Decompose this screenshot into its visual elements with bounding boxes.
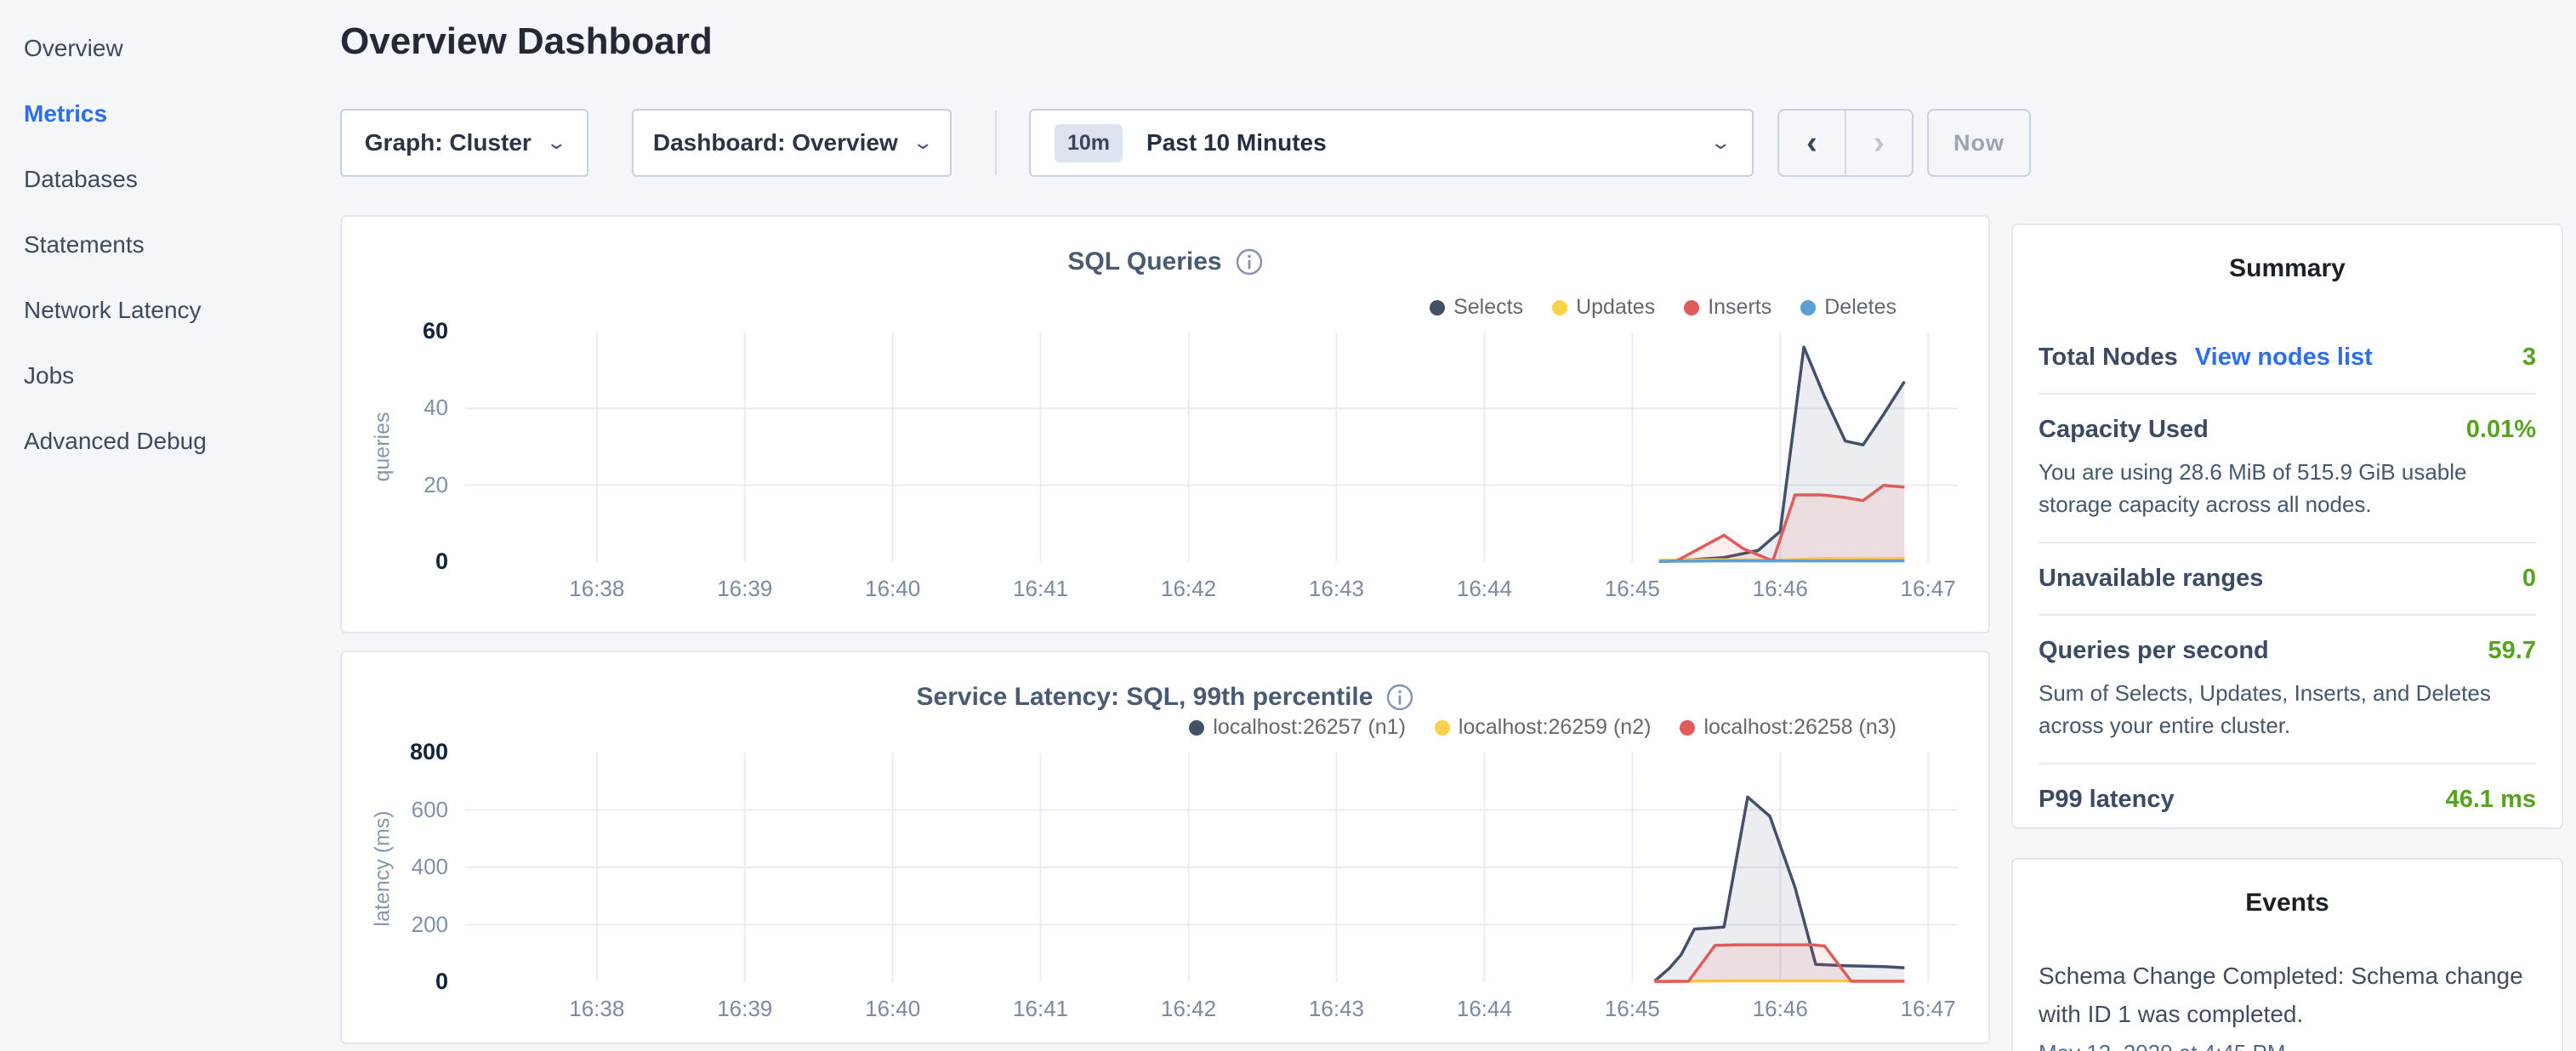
sidebar-item-network-latency[interactable]: Network Latency xyxy=(24,277,340,343)
x-axis-tick: 16:44 xyxy=(1433,996,1535,1022)
x-axis-tick: 16:47 xyxy=(1877,996,1979,1022)
legend-entry-selects[interactable]: Selects xyxy=(1430,295,1523,320)
sql-queries-chart-card: SQL Queries Selects Updates Inserts Dele… xyxy=(340,215,1990,633)
legend-entry-updates[interactable]: Updates xyxy=(1552,295,1655,320)
node2-dot-icon xyxy=(1435,720,1450,736)
service-latency-chart-card: Service Latency: SQL, 99th percentile lo… xyxy=(340,650,1990,1044)
time-next-button-disabled[interactable]: › xyxy=(1846,111,1912,175)
sidebar-item-metrics[interactable]: Metrics xyxy=(24,81,340,146)
x-axis-tick: 16:41 xyxy=(990,576,1092,602)
y-axis-tick: 0 xyxy=(375,969,448,995)
unavailable-ranges-value: 0 xyxy=(2522,565,2536,593)
dashboard-dropdown[interactable]: Dashboard: Overview ⌄ xyxy=(632,109,952,177)
qps-description: Sum of Selects, Updates, Inserts, and De… xyxy=(2039,677,2536,741)
x-axis-tick: 16:46 xyxy=(1729,576,1831,602)
y-axis-tick: 40 xyxy=(375,395,448,421)
deletes-dot-icon xyxy=(1800,300,1816,315)
graph-dropdown[interactable]: Graph: Cluster ⌄ xyxy=(340,109,589,177)
time-range-badge: 10m xyxy=(1055,124,1123,162)
event-timestamp: May 13, 2020 at 4:45 PM xyxy=(2039,1040,2536,1051)
sidebar-item-overview[interactable]: Overview xyxy=(24,15,340,81)
sidebar-item-statements[interactable]: Statements xyxy=(24,212,340,277)
y-axis-tick: 20 xyxy=(375,472,448,498)
toolbar-divider xyxy=(995,111,997,175)
dashboard-dropdown-label: Dashboard: Overview xyxy=(653,129,898,156)
graph-dropdown-label: Graph: Cluster xyxy=(365,129,532,156)
chart-plot-area[interactable] xyxy=(465,332,1958,562)
sidebar-item-advanced-debug[interactable]: Advanced Debug xyxy=(24,408,340,474)
chart-legend: localhost:26257 (n1) localhost:26259 (n2… xyxy=(1189,715,1896,740)
chart-title: Service Latency: SQL, 99th percentile xyxy=(917,683,1373,712)
time-prev-button[interactable]: ‹ xyxy=(1779,111,1846,175)
summary-panel: Summary Total Nodes View nodes list 3 Ca… xyxy=(2011,224,2563,829)
x-axis-tick: 16:41 xyxy=(990,996,1092,1022)
legend-entry-node1[interactable]: localhost:26257 (n1) xyxy=(1189,715,1406,740)
y-axis-tick: 800 xyxy=(375,739,448,765)
sidebar: Overview Metrics Databases Statements Ne… xyxy=(0,0,340,1051)
y-axis-tick: 200 xyxy=(375,912,448,938)
x-axis-tick: 16:47 xyxy=(1877,576,1979,602)
qps-value: 59.7 xyxy=(2488,637,2536,665)
p99-latency-value: 46.1 ms xyxy=(2446,786,2536,814)
metric-total-nodes: Total Nodes View nodes list 3 xyxy=(2039,322,2536,395)
capacity-used-description: You are using 28.6 MiB of 515.9 GiB usab… xyxy=(2039,456,2536,520)
chevron-down-icon: ⌄ xyxy=(912,132,934,154)
time-range-selector[interactable]: 10m Past 10 Minutes ⌄ xyxy=(1029,109,1754,177)
metric-queries-per-second: Queries per second 59.7 Sum of Selects, … xyxy=(2039,616,2536,764)
metric-p99-latency: P99 latency 46.1 ms xyxy=(2039,764,2536,835)
updates-dot-icon xyxy=(1552,300,1567,315)
x-axis-tick: 16:42 xyxy=(1138,996,1240,1022)
x-axis-tick: 16:45 xyxy=(1581,996,1683,1022)
x-axis-tick: 16:43 xyxy=(1285,576,1387,602)
x-axis-tick: 16:40 xyxy=(842,996,944,1022)
x-axis-tick: 16:39 xyxy=(694,576,796,602)
y-axis-tick: 600 xyxy=(375,797,448,823)
page-title: Overview Dashboard xyxy=(340,20,713,63)
event-list-item[interactable]: Schema Change Completed: Schema change w… xyxy=(2039,957,2536,1051)
x-axis-tick: 16:45 xyxy=(1581,576,1683,602)
y-axis-tick: 0 xyxy=(375,548,448,575)
node1-dot-icon xyxy=(1189,720,1204,736)
inserts-dot-icon xyxy=(1684,300,1699,315)
overview-dashboard-page: { "sidebar": { "items": [ { "label": "Ov… xyxy=(0,0,2576,1051)
legend-entry-node3[interactable]: localhost:26258 (n3) xyxy=(1680,715,1896,740)
capacity-used-value: 0.01% xyxy=(2466,416,2536,444)
event-text: Schema Change Completed: Schema change w… xyxy=(2039,957,2536,1033)
total-nodes-value: 3 xyxy=(2522,344,2536,372)
x-axis-tick: 16:44 xyxy=(1433,576,1535,602)
time-range-label: Past 10 Minutes xyxy=(1146,129,1327,156)
info-icon[interactable] xyxy=(1236,248,1263,276)
x-axis-tick: 16:42 xyxy=(1138,576,1240,602)
legend-entry-deletes[interactable]: Deletes xyxy=(1800,295,1896,320)
chart-plot-area[interactable] xyxy=(465,753,1958,982)
sidebar-item-databases[interactable]: Databases xyxy=(24,146,340,212)
selects-dot-icon xyxy=(1430,300,1445,315)
chevron-down-icon: ⌄ xyxy=(545,132,567,154)
events-heading: Events xyxy=(2039,889,2536,917)
info-icon[interactable] xyxy=(1386,684,1413,711)
chart-title: SQL Queries xyxy=(1067,247,1221,276)
y-axis-unit-label: queries xyxy=(371,362,395,532)
legend-entry-inserts[interactable]: Inserts xyxy=(1684,295,1771,320)
summary-heading: Summary xyxy=(2039,254,2536,283)
y-axis-tick: 60 xyxy=(375,318,448,344)
x-axis-tick: 16:39 xyxy=(694,996,796,1022)
x-axis-tick: 16:38 xyxy=(546,576,648,602)
x-axis-tick: 16:38 xyxy=(546,996,648,1022)
x-axis-tick: 16:46 xyxy=(1729,996,1831,1022)
node3-dot-icon xyxy=(1680,720,1695,736)
sidebar-item-jobs[interactable]: Jobs xyxy=(24,343,340,408)
time-step-buttons: ‹ › xyxy=(1777,109,1914,177)
y-axis-tick: 400 xyxy=(375,854,448,880)
x-axis-tick: 16:40 xyxy=(842,576,944,602)
metric-capacity-used: Capacity Used 0.01% You are using 28.6 M… xyxy=(2039,395,2536,543)
legend-entry-node2[interactable]: localhost:26259 (n2) xyxy=(1435,715,1652,740)
chevron-down-icon: ⌄ xyxy=(1709,132,1732,154)
x-axis-tick: 16:43 xyxy=(1285,996,1387,1022)
chart-legend: Selects Updates Inserts Deletes xyxy=(1430,295,1896,320)
metric-unavailable-ranges: Unavailable ranges 0 xyxy=(2039,543,2536,616)
view-nodes-list-link[interactable]: View nodes list xyxy=(2195,344,2373,372)
now-button[interactable]: Now xyxy=(1927,109,2031,177)
events-panel: Events Schema Change Completed: Schema c… xyxy=(2011,858,2563,1051)
